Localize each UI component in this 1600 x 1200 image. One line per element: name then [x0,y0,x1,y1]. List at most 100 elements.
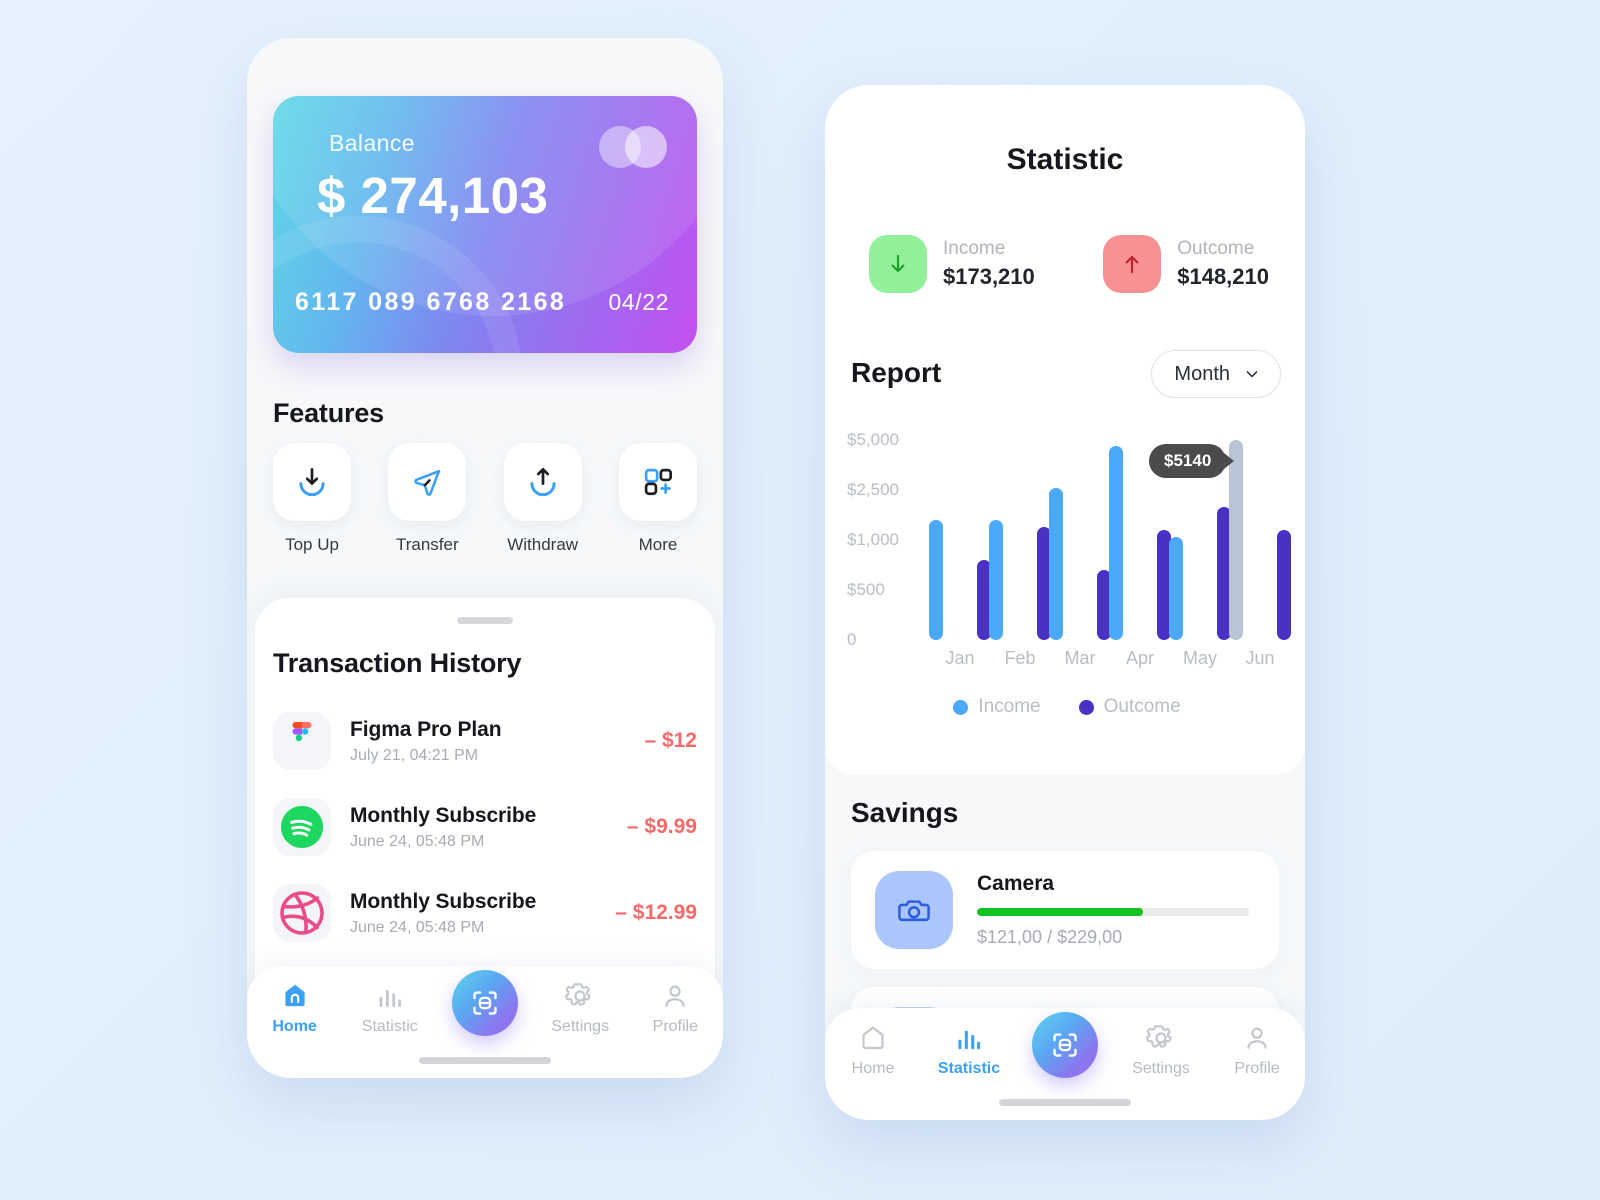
savings-name: Camera [977,872,1055,895]
chart-bar-group[interactable] [1049,440,1111,640]
nav-item-scan[interactable] [1023,1012,1107,1078]
outcome-text: Outcome $148,210 [1177,238,1269,290]
spotify-logo-icon [273,798,331,856]
report-title: Report [851,357,942,388]
transaction-text: Monthly Subscribe June 24, 05:48 PM [350,804,627,851]
chart-bar-outcome[interactable] [1277,530,1291,640]
chart-bar-income[interactable] [1169,536,1183,640]
bottom-navigation: Home Statistic Settings Profile [247,966,723,1078]
send-paper-plane-icon [414,469,441,496]
savings-progress-text: $121,00 / $229,00 [977,927,1123,947]
feature-more[interactable]: More [618,443,697,555]
outcome-summary[interactable]: Outcome $148,210 [1103,235,1269,293]
arrow-up-icon [1125,255,1139,274]
chart-bar-group[interactable] [929,440,991,640]
chart-x-axis: Jan Feb Mar Apr May Jun [929,648,1287,678]
transaction-date: July 21, 04:21 PM [350,746,479,764]
feature-more-button[interactable] [618,443,697,521]
outcome-icon-box [1103,235,1162,293]
home-indicator [419,1057,551,1064]
person-icon [1247,1027,1267,1049]
nav-item-profile-label: Profile [652,1018,699,1035]
bar-chart-icon [379,989,401,1008]
outcome-label: Outcome [1177,238,1255,259]
transaction-amount: – $12 [644,729,697,752]
transaction-amount: – $9.99 [626,815,697,838]
feature-top-up-label: Top Up [285,535,339,554]
scan-button[interactable] [1032,1012,1098,1078]
nav-item-statistic[interactable]: Statistic [927,1022,1011,1078]
dribbble-glyph [280,891,324,935]
transaction-text: Monthly Subscribe June 24, 05:48 PM [350,890,615,937]
camera-icon-box [875,871,953,949]
sheet-drag-handle[interactable] [457,617,513,624]
nav-item-settings[interactable]: Settings [538,980,622,1036]
balance-card[interactable]: Balance $ 274,103 6117 089 6768 2168 04/… [273,96,697,353]
figma-glyph [292,722,312,741]
feature-transfer-label: Transfer [395,535,459,554]
feature-transfer-button[interactable] [388,443,467,521]
chart-plot-area: $5140 [929,440,1291,640]
feature-top-up-button[interactable] [273,443,351,521]
nav-item-home[interactable]: Home [831,1022,915,1078]
bottom-navigation: Home Statistic Settings Profile [825,1008,1305,1120]
features-title: Features [273,398,384,428]
transaction-history-title: Transaction History [273,648,522,678]
chart-bar-group[interactable] [989,440,1051,640]
nav-item-home-label: Home [272,1018,317,1035]
table-row[interactable]: Figma Pro Plan July 21, 04:21 PM – $12 [273,698,697,784]
feature-top-up[interactable]: Top Up [273,443,351,555]
chart-x-label: Jan [945,648,975,668]
chart-bar-income[interactable] [1049,488,1063,640]
balance-amount: $ 274,103 [317,167,549,224]
nav-item-profile[interactable]: Profile [633,980,717,1036]
chart-y-tick: $5,000 [847,430,899,449]
feature-withdraw-button[interactable] [503,443,582,521]
income-summary[interactable]: Income $173,210 [869,235,1035,293]
nav-item-statistic[interactable]: Statistic [348,980,432,1036]
home-screen-phone: Balance $ 274,103 6117 089 6768 2168 04/… [247,38,723,1078]
income-value: $173,210 [943,264,1035,289]
spotify-glyph [280,805,324,849]
legend-item-income: Income [953,696,1041,718]
transaction-list: Figma Pro Plan July 21, 04:21 PM – $12 M… [273,698,697,956]
feature-transfer[interactable]: Transfer [388,443,467,555]
report-bar-chart: $5,000 $2,500 $1,000 $500 0 $5140 Jan Feb Mar A… [847,430,1291,717]
figma-logo-icon [273,712,331,770]
nav-item-settings-label: Settings [551,1018,610,1035]
transaction-name: Figma Pro Plan [350,717,502,741]
chart-bar-income[interactable] [989,520,1003,640]
nav-item-scan[interactable] [443,970,527,1036]
chart-x-label: May [1182,648,1217,668]
download-arrow-icon [299,467,325,497]
legend-label-outcome: Outcome [1103,696,1181,717]
features-row: Top Up Transfer Withdraw More [273,443,697,555]
chart-x-label: Jun [1245,648,1275,668]
feature-withdraw[interactable]: Withdraw [503,443,582,555]
transaction-date: June 24, 05:48 PM [350,832,485,850]
chart-x-label: Feb [1004,648,1036,668]
table-row[interactable]: Monthly Subscribe June 24, 05:48 PM – $1… [273,870,697,956]
upload-arrow-icon [530,467,556,497]
grid-plus-icon [644,468,672,496]
period-selector[interactable]: Month [1151,350,1281,398]
scan-icon [473,991,497,1015]
chart-x-label: Apr [1125,648,1154,668]
chart-y-tick: $500 [847,580,885,599]
chart-bar-income[interactable] [1229,440,1243,640]
scan-button[interactable] [451,970,518,1036]
table-row[interactable]: Monthly Subscribe June 24, 05:48 PM – $9… [273,784,697,870]
balance-label: Balance [329,130,415,156]
nav-item-profile[interactable]: Profile [1215,1022,1299,1078]
chart-bar-income[interactable] [929,520,943,640]
chart-bar-group[interactable] [1229,440,1291,640]
screenshot-canvas: Balance $ 274,103 6117 089 6768 2168 04/… [0,0,1600,1200]
savings-progress-fill [977,908,1143,916]
nav-item-settings[interactable]: Settings [1119,1022,1203,1078]
chart-y-tick: $2,500 [847,480,899,499]
nav-item-home[interactable]: Home [253,980,337,1036]
income-label: Income [943,238,1006,259]
savings-card-camera[interactable]: Camera $121,00 / $229,00 [851,851,1279,969]
mastercard-logo-icon [599,126,667,168]
chart-bar-income[interactable] [1109,446,1123,640]
